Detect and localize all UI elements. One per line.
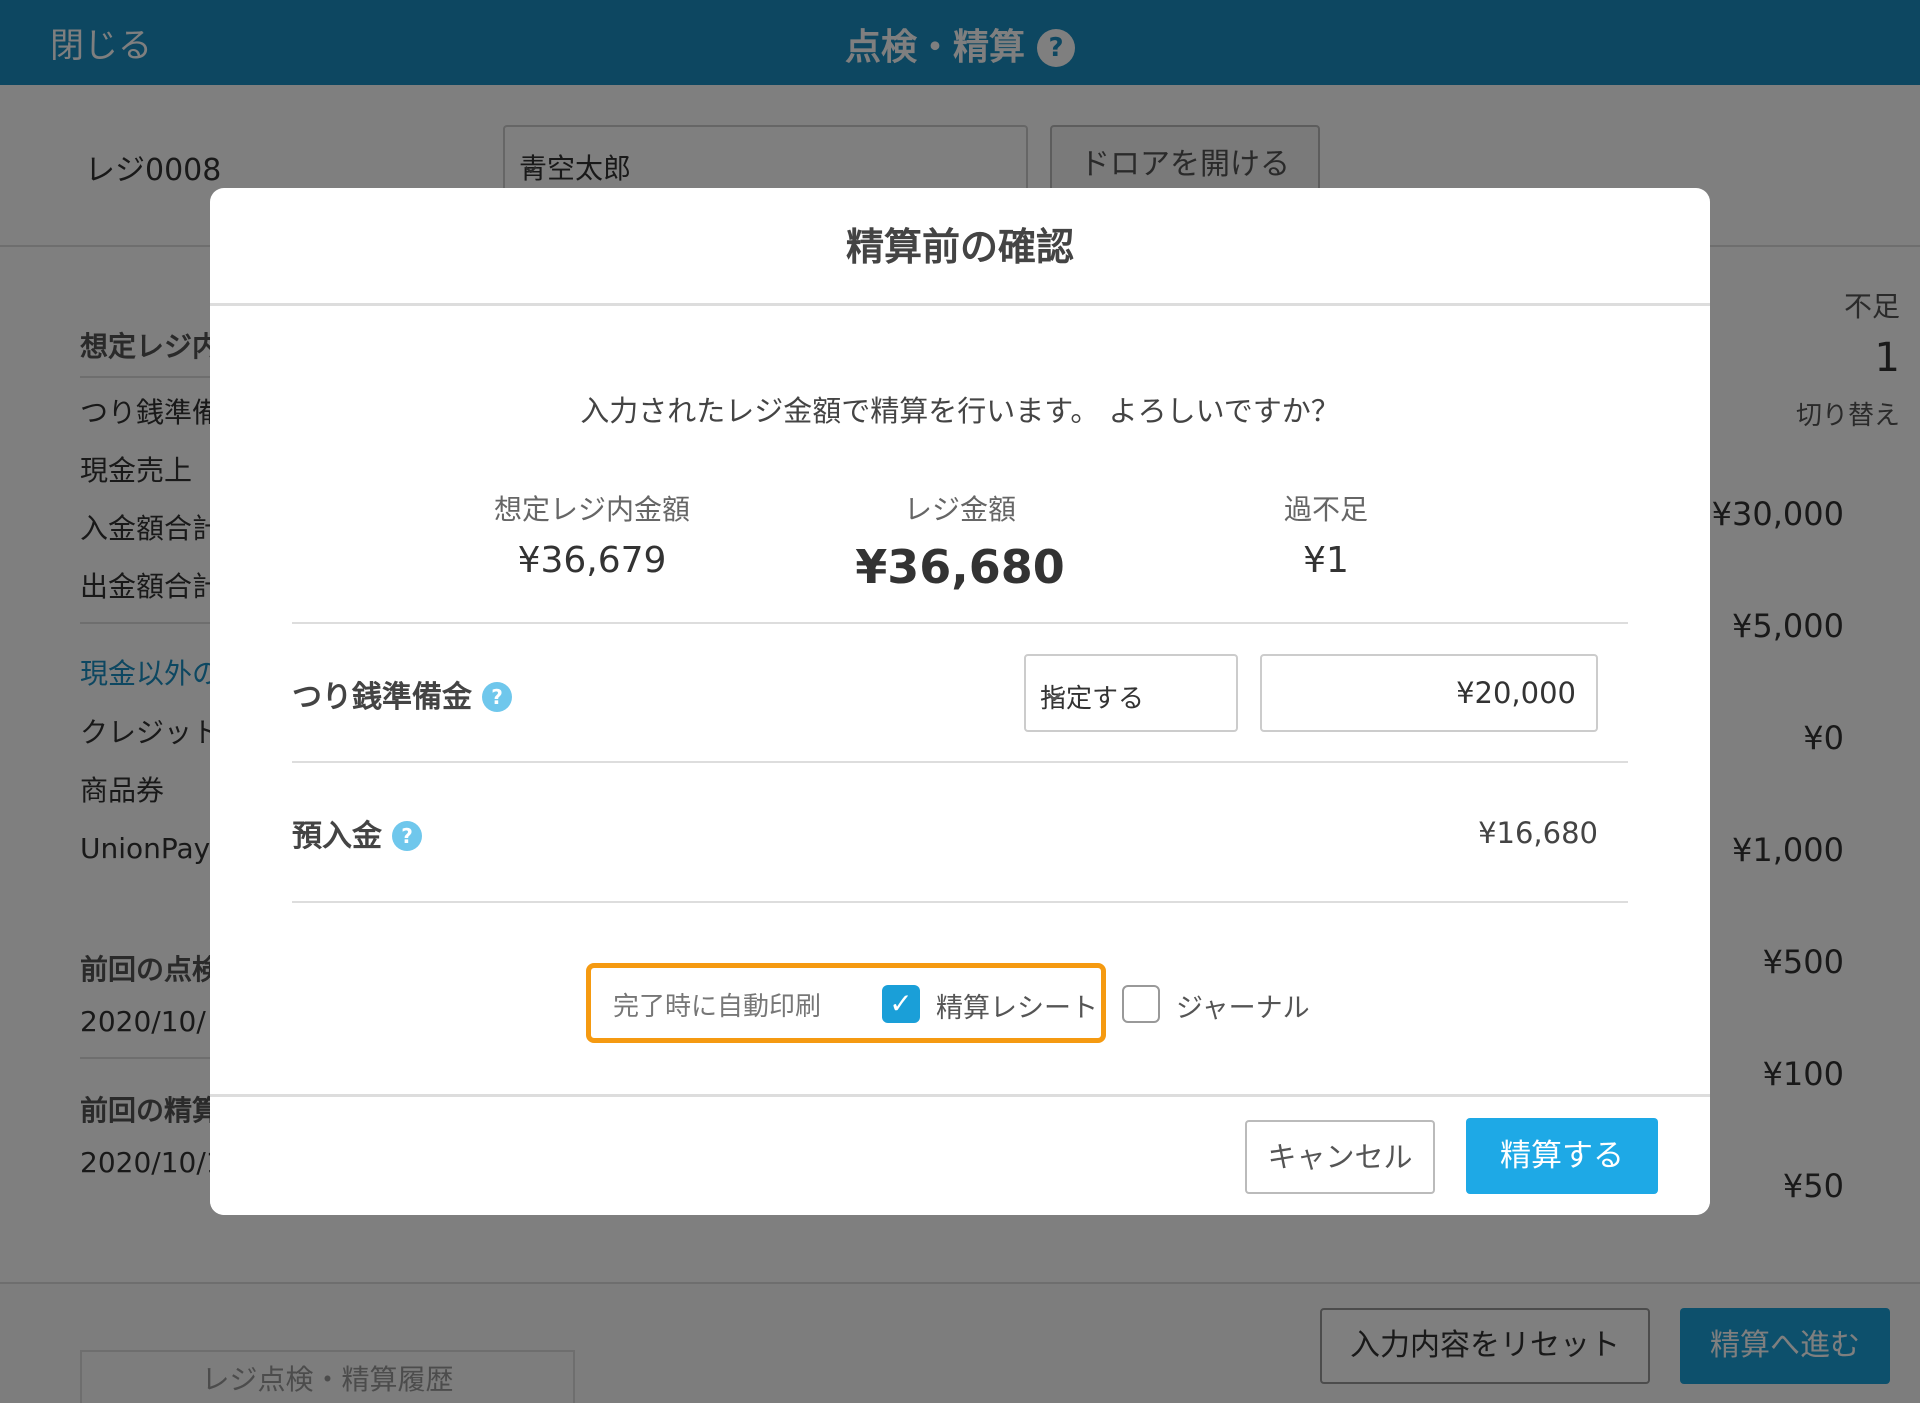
journal-checkbox[interactable] (1122, 985, 1160, 1023)
register-amount: レジ金額 ¥36,680 (770, 488, 1150, 594)
help-icon[interactable]: ? (392, 821, 422, 851)
settlement-receipt-checkbox[interactable]: ✓ (882, 985, 920, 1023)
dialog-title: 精算前の確認 (210, 188, 1710, 306)
settlement-receipt-label[interactable]: 精算レシート (936, 986, 1098, 1025)
confirm-dialog: 精算前の確認 入力されたレジ金額で精算を行います。 よろしいですか？ 想定レジ内… (210, 188, 1710, 1215)
register-amount-label: レジ金額 (903, 493, 1016, 526)
deposit-label: 預入金 (292, 819, 382, 854)
float-label: つり銭準備金 (292, 680, 472, 715)
float-amount-value: ¥20,000 (1456, 676, 1576, 710)
cancel-button[interactable]: キャンセル (1245, 1120, 1435, 1194)
expected-amount-label: 想定レジ内金額 (493, 493, 690, 526)
expected-amount-value: ¥36,679 (517, 540, 667, 581)
divider (292, 622, 1628, 624)
deposit-row-label: 預入金? (292, 811, 422, 855)
auto-print-label: 完了時に自動印刷 (613, 992, 822, 1022)
deposit-amount: ¥16,680 (1478, 816, 1598, 850)
expected-amount: 想定レジ内金額 ¥36,679 (402, 488, 782, 581)
float-mode-select[interactable]: 指定する ⌄ (1024, 654, 1238, 732)
help-icon[interactable]: ? (482, 682, 512, 712)
divider (292, 901, 1628, 903)
difference-value: ¥1 (1303, 540, 1349, 581)
difference-label: 過不足 (1283, 493, 1368, 526)
chevron-down-icon: ⌄ (1040, 670, 1069, 710)
confirm-settle-button[interactable]: 精算する (1466, 1118, 1658, 1194)
float-amount-input[interactable]: ¥20,000 (1260, 654, 1598, 732)
dialog-message: 入力されたレジ金額で精算を行います。 よろしいですか？ (580, 394, 1340, 428)
divider (292, 761, 1628, 763)
journal-label[interactable]: ジャーナル (1176, 986, 1310, 1025)
dialog-footer: キャンセル 精算する (210, 1094, 1710, 1215)
difference-amount: 過不足 ¥1 (1136, 488, 1516, 581)
float-row-label: つり銭準備金? (292, 672, 512, 716)
register-amount-value: ¥36,680 (855, 540, 1065, 594)
